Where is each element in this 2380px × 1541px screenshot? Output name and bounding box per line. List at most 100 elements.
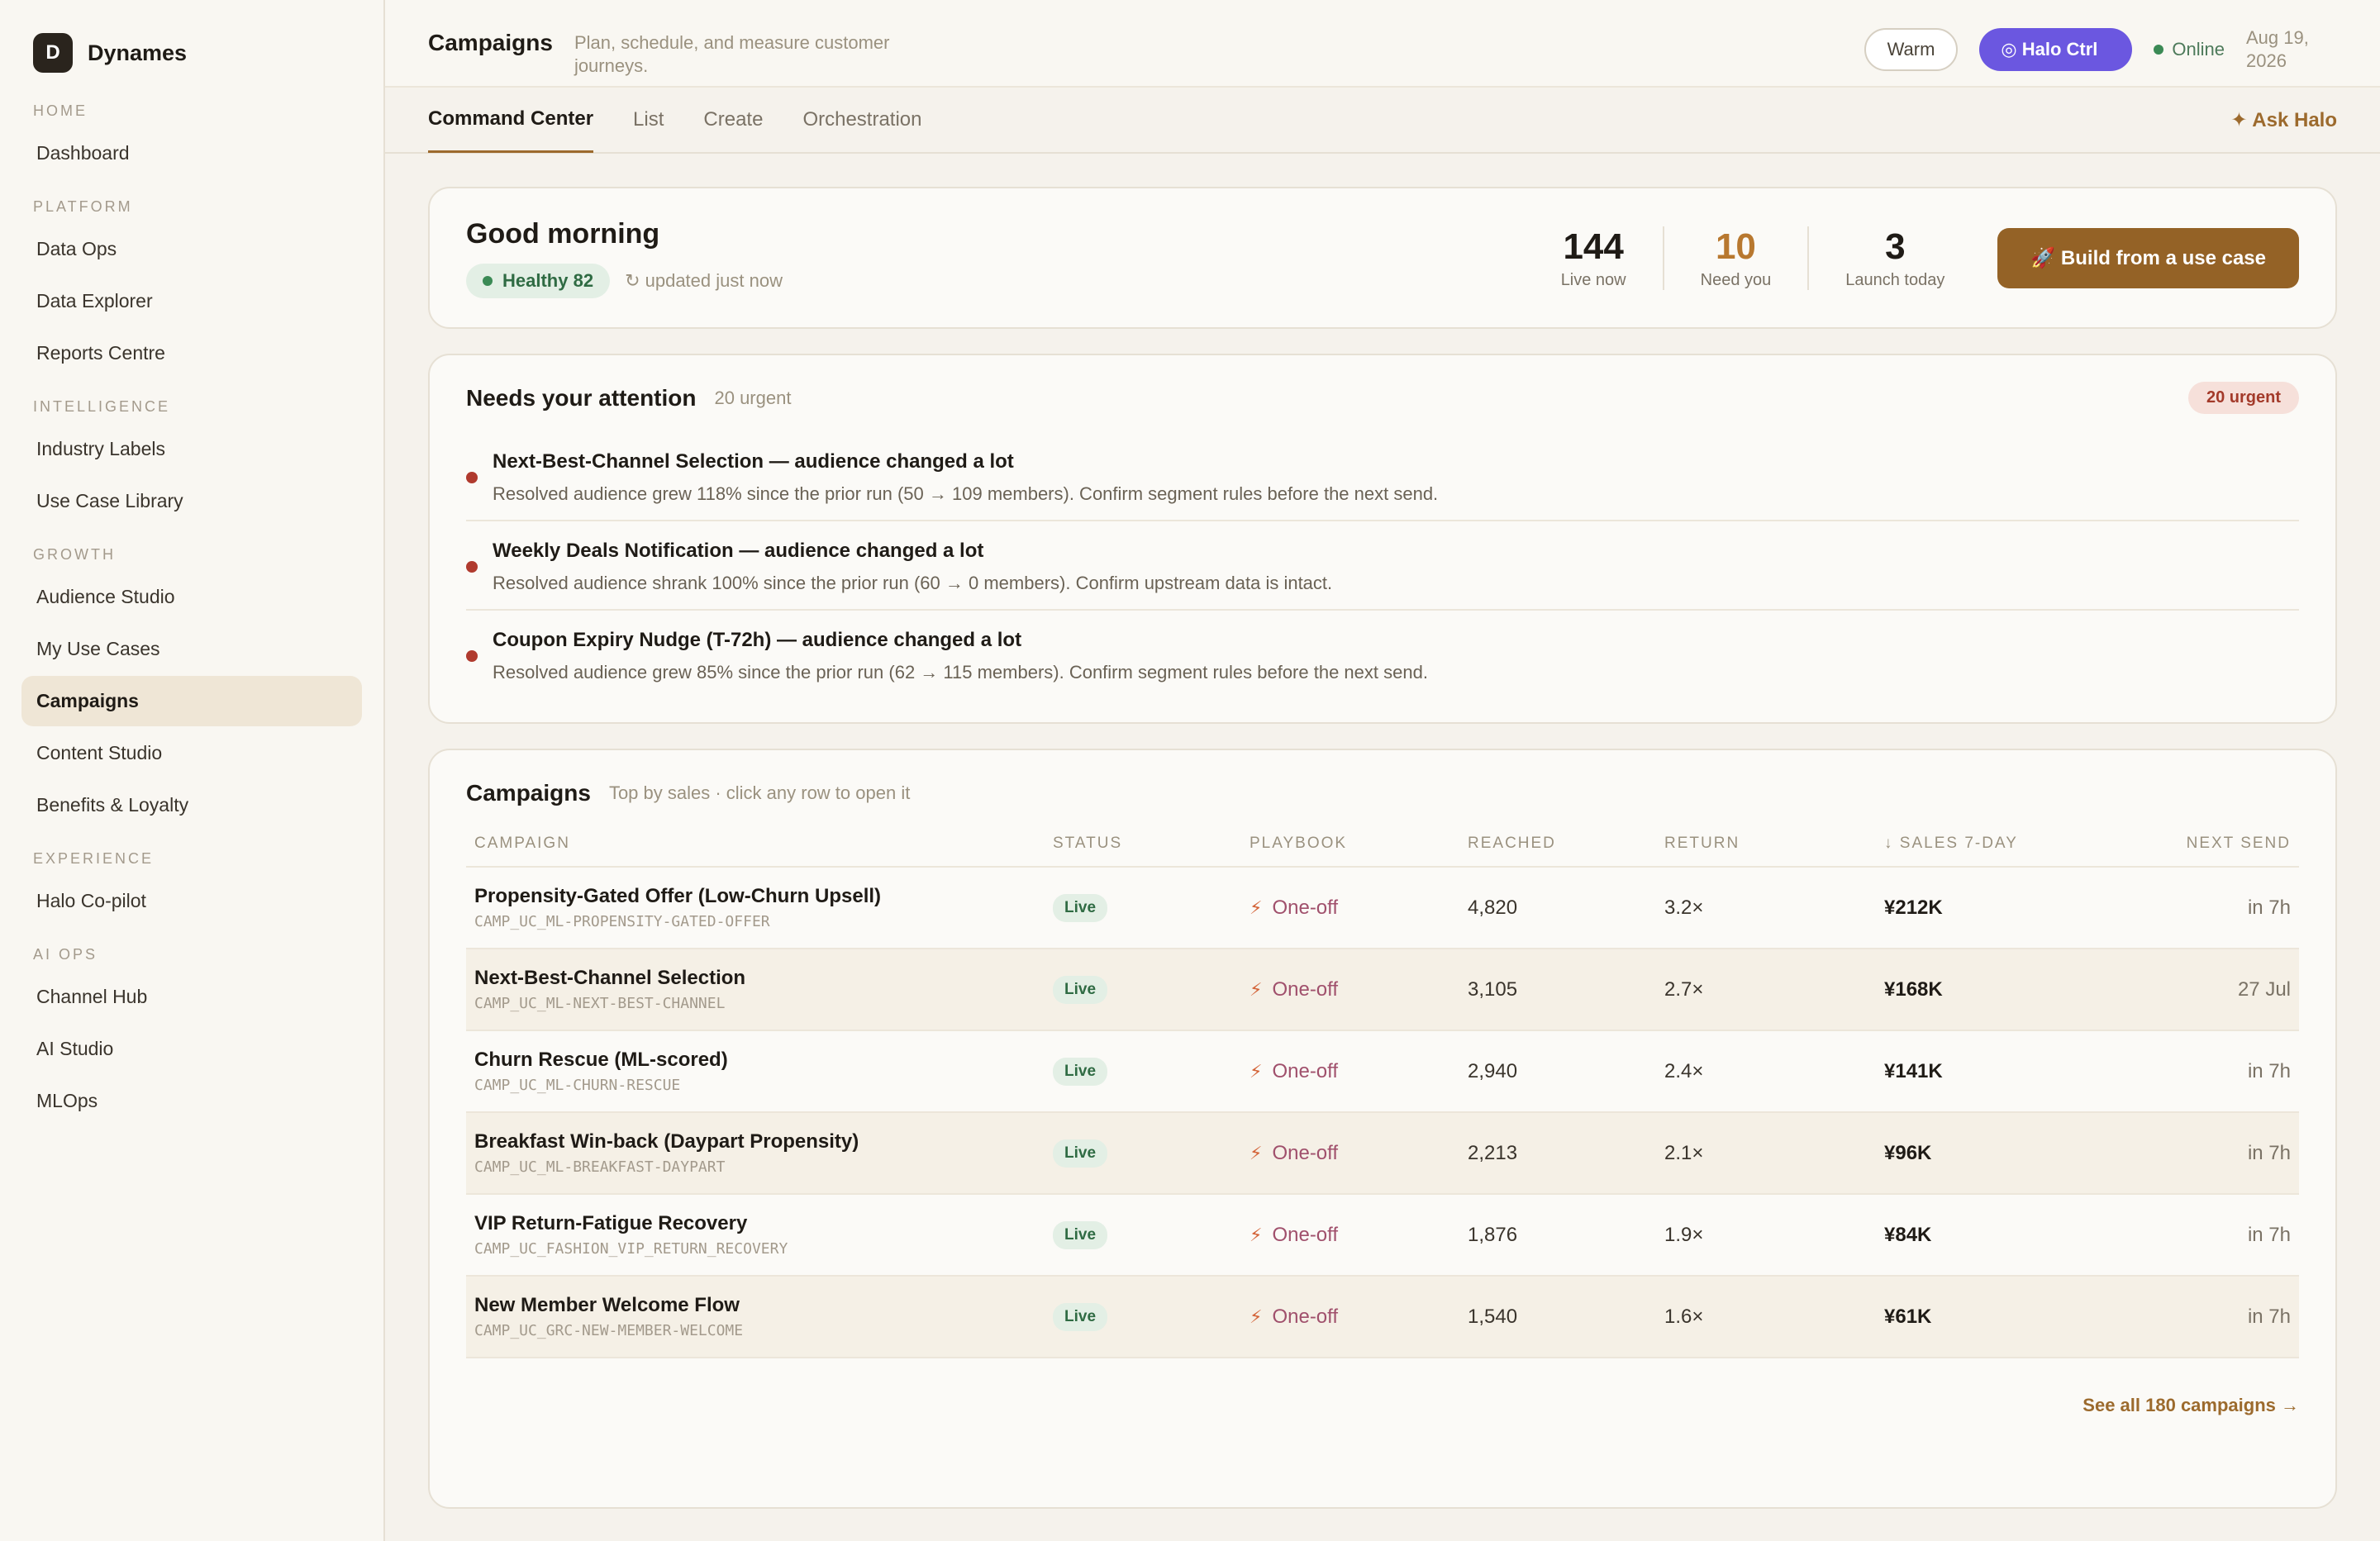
col-status[interactable]: STATUS bbox=[1045, 821, 1241, 868]
halo-ctrl-button[interactable]: ◎ Halo Ctrl bbox=[1979, 28, 2133, 71]
bolt-icon: ⚡ bbox=[1250, 1142, 1263, 1163]
cell-reached: 2,213 bbox=[1459, 1112, 1656, 1195]
health-badge: Healthy 82 bbox=[466, 263, 611, 298]
cell-reached: 4,820 bbox=[1459, 867, 1656, 949]
ask-halo-button[interactable]: ✦ Ask Halo bbox=[2230, 108, 2337, 132]
campaign-id: CAMP_UC_ML-PROPENSITY-GATED-OFFER bbox=[474, 913, 770, 930]
tab-command-center[interactable]: Command Center bbox=[428, 87, 594, 153]
nav-section-platform: PLATFORM bbox=[33, 198, 133, 215]
sidebar-item-ai-studio[interactable]: AI Studio bbox=[21, 1024, 362, 1074]
tab-create[interactable]: Create bbox=[703, 87, 763, 153]
sidebar-item-use-case-library[interactable]: Use Case Library bbox=[21, 476, 362, 526]
sidebar-item-halo-copilot[interactable]: Halo Co-pilot bbox=[21, 876, 362, 926]
cell-next-send: in 7h bbox=[2110, 1112, 2299, 1195]
bolt-icon: ⚡ bbox=[1250, 897, 1263, 918]
cell-sales: ¥96K bbox=[1876, 1112, 2111, 1195]
sidebar-item-dashboard[interactable]: Dashboard bbox=[21, 128, 362, 178]
sidebar-item-industry-labels[interactable]: Industry Labels bbox=[21, 424, 362, 474]
table-row[interactable]: Churn Rescue (ML-scored) CAMP_UC_ML-CHURN… bbox=[466, 1030, 2299, 1113]
cell-status: Live bbox=[1045, 1030, 1241, 1113]
attention-subtitle: 20 urgent bbox=[714, 387, 792, 408]
cell-next-send: in 7h bbox=[2110, 1194, 2299, 1277]
sidebar-item-my-use-cases[interactable]: My Use Cases bbox=[21, 624, 362, 674]
topbar: Campaigns Plan, schedule, and measure cu… bbox=[385, 0, 2380, 88]
sidebar-item-reports-centre[interactable]: Reports Centre bbox=[21, 328, 362, 378]
sidebar: D Dynames HOME Dashboard PLATFORM Data O… bbox=[0, 0, 385, 1541]
col-sales-7-day[interactable]: ↓ SALES 7-DAY bbox=[1876, 821, 2111, 868]
cell-reached: 1,540 bbox=[1459, 1276, 1656, 1358]
cell-next-send: in 7h bbox=[2110, 867, 2299, 949]
campaign-name: Next-Best-Channel Selection bbox=[474, 967, 746, 989]
attention-title: Needs your attention bbox=[466, 384, 697, 411]
status-badge: Live bbox=[1053, 893, 1108, 922]
attention-header: Needs your attention 20 urgent 20 urgent bbox=[466, 382, 2299, 414]
table-row[interactable]: VIP Return-Fatigue Recovery CAMP_UC_FASHI… bbox=[466, 1194, 2299, 1277]
nav-section-growth: GROWTH bbox=[33, 546, 116, 563]
warm-toggle-button[interactable]: Warm bbox=[1864, 28, 1959, 71]
campaign-id: CAMP_UC_ML-CHURN-RESCUE bbox=[474, 1077, 681, 1094]
sidebar-item-content-studio[interactable]: Content Studio bbox=[21, 728, 362, 778]
status-badge: Live bbox=[1053, 1220, 1108, 1249]
cell-status: Live bbox=[1045, 949, 1241, 1031]
table-row[interactable]: Next-Best-Channel Selection CAMP_UC_ML-NE… bbox=[466, 949, 2299, 1031]
cell-return: 2.1× bbox=[1656, 1112, 1876, 1195]
campaign-name: Churn Rescue (ML-scored) bbox=[474, 1049, 728, 1071]
campaigns-title: Campaigns bbox=[466, 780, 591, 806]
build-from-use-case-button[interactable]: 🚀 Build from a use case bbox=[1997, 227, 2299, 288]
brand[interactable]: D Dynames bbox=[21, 33, 362, 73]
cell-campaign: Next-Best-Channel Selection CAMP_UC_ML-NE… bbox=[466, 949, 1045, 1031]
sidebar-item-audience-studio[interactable]: Audience Studio bbox=[21, 572, 362, 622]
stat-need-you[interactable]: 10 Need you bbox=[1662, 226, 1808, 290]
greeting-block: Good morning Healthy 82 ↻ updated just n… bbox=[466, 218, 783, 298]
campaign-name: Propensity-Gated Offer (Low-Churn Upsell… bbox=[474, 885, 882, 907]
cell-next-send: 27 Jul bbox=[2110, 949, 2299, 1031]
stat-launch-today[interactable]: 3 Launch today bbox=[1807, 226, 1981, 290]
bolt-icon: ⚡ bbox=[1250, 1060, 1263, 1082]
campaigns-table: CAMPAIGN STATUS PLAYBOOK REACHED RETURN … bbox=[466, 821, 2299, 1358]
cell-playbook: ⚡ One-off bbox=[1241, 1194, 1459, 1277]
sidebar-item-channel-hub[interactable]: Channel Hub bbox=[21, 972, 362, 1022]
table-row[interactable]: Breakfast Win-back (Daypart Propensity) C… bbox=[466, 1112, 2299, 1195]
playbook-tag: ⚡ One-off bbox=[1250, 1060, 1451, 1083]
online-dot-icon bbox=[2154, 45, 2164, 55]
cell-playbook: ⚡ One-off bbox=[1241, 867, 1459, 949]
nav-section-intelligence: INTELLIGENCE bbox=[33, 398, 171, 415]
stat-launch-today-value: 3 bbox=[1885, 226, 1906, 267]
cell-sales: ¥212K bbox=[1876, 867, 2111, 949]
col-return[interactable]: RETURN bbox=[1656, 821, 1876, 868]
bolt-icon: ⚡ bbox=[1250, 1224, 1263, 1245]
topbar-actions: Warm ◎ Halo Ctrl Online Aug 19, 2026 bbox=[1864, 26, 2337, 73]
stat-live-now[interactable]: 144 Live now bbox=[1525, 226, 1663, 290]
table-row[interactable]: Propensity-Gated Offer (Low-Churn Upsell… bbox=[466, 867, 2299, 949]
sidebar-item-data-ops[interactable]: Data Ops bbox=[21, 224, 362, 274]
alert-dot-icon bbox=[466, 650, 478, 662]
campaign-id: CAMP_UC_ML-NEXT-BEST-CHANNEL bbox=[474, 995, 726, 1012]
cell-return: 3.2× bbox=[1656, 867, 1876, 949]
playbook-label: One-off bbox=[1272, 1223, 1339, 1246]
tab-orchestration[interactable]: Orchestration bbox=[802, 87, 921, 153]
cell-status: Live bbox=[1045, 1112, 1241, 1195]
col-campaign[interactable]: CAMPAIGN bbox=[466, 821, 1045, 868]
nav-section-experience: EXPERIENCE bbox=[33, 850, 155, 867]
cell-playbook: ⚡ One-off bbox=[1241, 949, 1459, 1031]
stat-launch-today-label: Launch today bbox=[1845, 270, 1945, 289]
content: Good morning Healthy 82 ↻ updated just n… bbox=[385, 154, 2380, 1509]
playbook-label: One-off bbox=[1272, 1141, 1339, 1164]
see-all-campaigns-link[interactable]: See all 180 campaigns → bbox=[466, 1395, 2299, 1416]
sidebar-item-mlops[interactable]: MLOps bbox=[21, 1076, 362, 1126]
cell-reached: 2,940 bbox=[1459, 1030, 1656, 1113]
table-row[interactable]: New Member Welcome Flow CAMP_UC_GRC-NEW-M… bbox=[466, 1276, 2299, 1358]
sidebar-item-campaigns[interactable]: Campaigns bbox=[21, 676, 362, 726]
tab-list[interactable]: List bbox=[633, 87, 664, 153]
attention-item[interactable]: Next-Best-Channel Selection — audience c… bbox=[466, 439, 2299, 520]
attention-item[interactable]: Coupon Expiry Nudge (T-72h) — audience c… bbox=[466, 609, 2299, 698]
col-next-send[interactable]: NEXT SEND bbox=[2110, 821, 2299, 868]
col-reached[interactable]: REACHED bbox=[1459, 821, 1656, 868]
sidebar-item-data-explorer[interactable]: Data Explorer bbox=[21, 276, 362, 326]
col-playbook[interactable]: PLAYBOOK bbox=[1241, 821, 1459, 868]
sidebar-item-benefits-loyalty[interactable]: Benefits & Loyalty bbox=[21, 780, 362, 830]
cell-next-send: in 7h bbox=[2110, 1276, 2299, 1358]
online-status: Online bbox=[2154, 39, 2225, 60]
attention-item[interactable]: Weekly Deals Notification — audience cha… bbox=[466, 520, 2299, 609]
cell-campaign: VIP Return-Fatigue Recovery CAMP_UC_FASHI… bbox=[466, 1194, 1045, 1277]
